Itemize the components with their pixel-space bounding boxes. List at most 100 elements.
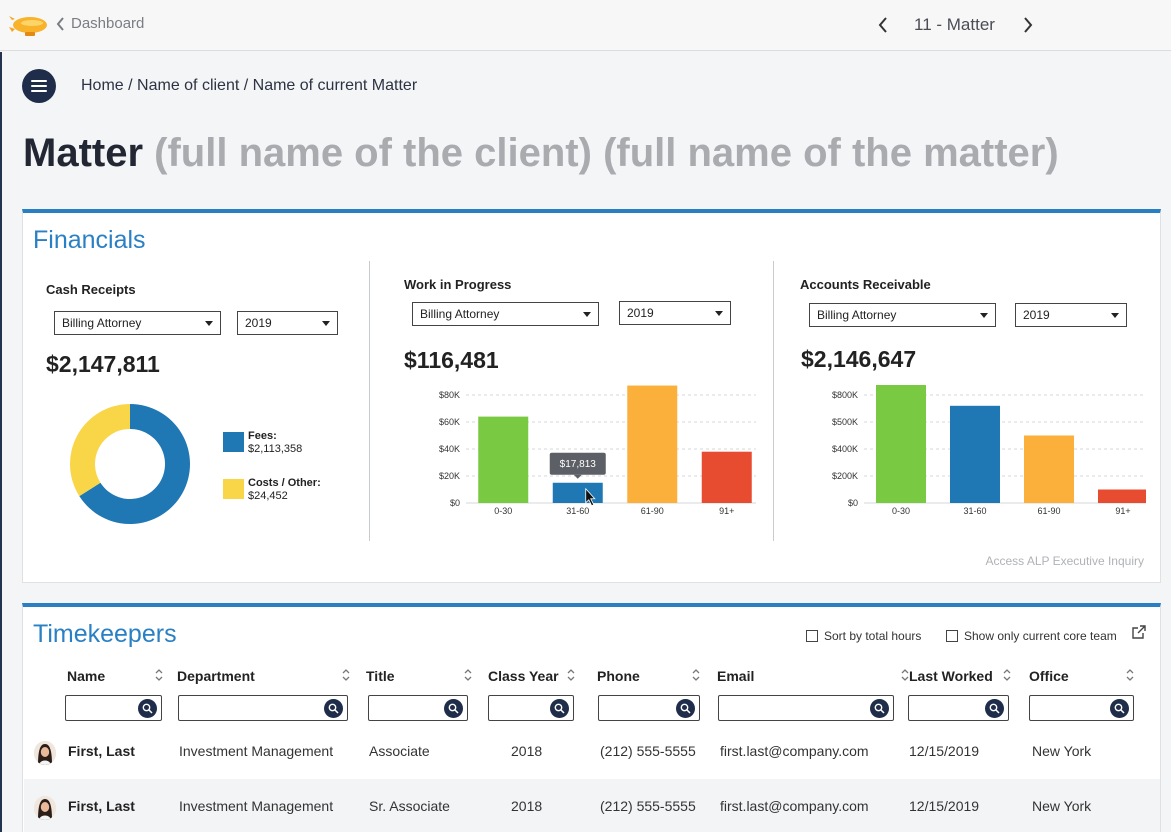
avatar — [34, 796, 56, 820]
filter-input[interactable] — [719, 696, 893, 720]
search-icon[interactable] — [985, 699, 1004, 718]
cell-email[interactable]: first.last@company.com — [720, 798, 869, 814]
page-title-subtitle: (full name of the client) (full name of … — [154, 131, 1059, 175]
column-header-department[interactable]: Department — [177, 668, 255, 684]
bar-tooltip: $17,813 — [549, 452, 606, 479]
cell-department: Investment Management — [179, 743, 334, 759]
financials-title: Financials — [33, 226, 146, 254]
bar-31-60[interactable] — [552, 482, 603, 503]
cell-title: Associate — [369, 743, 430, 759]
filter-field-department[interactable] — [178, 695, 348, 721]
tooltip-text: $17,813 — [560, 459, 597, 470]
cash-receipts-attorney-select[interactable]: Billing Attorney — [54, 311, 221, 335]
filter-field-title[interactable] — [368, 695, 468, 721]
bar-61-90[interactable] — [627, 385, 678, 503]
wip-bar-chart: $0 $20K $40K $60K $80K 0-30 31-60 $17,813 61-90 9… — [439, 385, 756, 516]
column-header-phone[interactable]: Phone — [597, 668, 640, 684]
blimp-logo[interactable] — [9, 10, 47, 40]
cell-phone[interactable]: (212) 555-5555 — [600, 798, 696, 814]
wip-year-select[interactable]: 2019 — [619, 301, 731, 325]
core-team-checkbox[interactable]: Show only current core team — [946, 629, 1117, 643]
search-icon[interactable] — [138, 699, 157, 718]
cash-receipts-year-select[interactable]: 2019 — [237, 311, 338, 335]
search-icon[interactable] — [444, 699, 463, 718]
table-row[interactable]: First, Last Investment Management Sr. Asso… — [24, 779, 1160, 832]
select-value: 2019 — [1023, 308, 1050, 322]
donut-slice-costs-other[interactable] — [70, 404, 130, 497]
cell-class-year: 2018 — [511, 743, 543, 759]
column-header-title[interactable]: Title — [366, 668, 395, 684]
core-team-label: Show only current core team — [964, 629, 1117, 643]
page-title: Matter (full name of the client) (full n… — [23, 131, 1059, 176]
alp-executive-inquiry-link[interactable]: Access ALP Executive Inquiry — [985, 554, 1144, 568]
column-header-name[interactable]: Name — [67, 668, 105, 684]
x-tick-label: 0-30 — [494, 506, 512, 516]
ar-year-select[interactable]: 2019 — [1015, 303, 1127, 327]
cell-last-worked: 12/15/2019 — [909, 743, 980, 759]
chevron-right-icon — [1024, 17, 1033, 33]
bar-31-60[interactable] — [950, 405, 1000, 503]
column-header-office[interactable]: Office — [1029, 668, 1069, 684]
table-row[interactable]: First, Last Investment Management Associat… — [24, 724, 1160, 779]
bar-0-30[interactable] — [478, 416, 529, 503]
x-tick-label: 91+ — [1115, 506, 1130, 516]
next-button[interactable] — [1017, 13, 1039, 37]
search-icon[interactable] — [324, 699, 343, 718]
sort-icon[interactable] — [691, 668, 701, 682]
search-icon[interactable] — [550, 699, 569, 718]
select-value: Billing Attorney — [420, 307, 500, 321]
ar-amount: $2,146,647 — [801, 346, 917, 372]
bar-61-90[interactable] — [1024, 435, 1074, 504]
filter-field-email[interactable] — [718, 695, 894, 721]
filter-field-name[interactable] — [65, 695, 162, 721]
cell-name[interactable]: First, Last — [68, 743, 135, 759]
column-header-class-year[interactable]: Class Year — [488, 668, 559, 684]
external-link-icon[interactable] — [1131, 624, 1147, 640]
cell-name[interactable]: First, Last — [68, 798, 135, 814]
bar-91+[interactable] — [1098, 489, 1146, 504]
caret-down-icon — [583, 311, 591, 317]
column-header-last-worked[interactable]: Last Worked — [909, 668, 993, 684]
filter-field-phone[interactable] — [598, 695, 700, 721]
checkbox-box[interactable] — [806, 630, 818, 642]
search-icon[interactable] — [1110, 699, 1129, 718]
y-tick-label: $400K — [832, 444, 858, 454]
sort-icon[interactable] — [1125, 668, 1135, 682]
caret-down-icon — [980, 312, 988, 318]
breadcrumb-client[interactable]: Name of client — [137, 77, 239, 94]
legend-swatch-fees — [223, 432, 244, 452]
ar-attorney-select[interactable]: Billing Attorney — [809, 303, 996, 327]
breadcrumb-home[interactable]: Home — [81, 77, 124, 94]
cell-department: Investment Management — [179, 798, 334, 814]
sort-icon[interactable] — [1002, 668, 1012, 682]
bar-91+[interactable] — [701, 451, 752, 503]
sort-icon[interactable] — [341, 668, 351, 682]
x-tick-label: 61-90 — [1037, 506, 1060, 516]
back-to-dashboard-link[interactable]: Dashboard — [56, 15, 144, 32]
select-value: 2019 — [245, 316, 272, 330]
breadcrumb-current: Name of current Matter — [252, 77, 418, 94]
previous-button[interactable] — [872, 13, 894, 37]
filter-field-class-year[interactable] — [488, 695, 574, 721]
legend-swatch-costs — [223, 479, 244, 499]
hamburger-menu-button[interactable] — [22, 69, 56, 103]
bar-0-30[interactable] — [876, 385, 926, 503]
wip-attorney-select[interactable]: Billing Attorney — [412, 302, 599, 326]
sort-icon[interactable] — [463, 668, 473, 682]
search-icon[interactable] — [676, 699, 695, 718]
filter-field-office[interactable] — [1029, 695, 1134, 721]
search-icon[interactable] — [870, 699, 889, 718]
y-tick-label: $500K — [832, 417, 858, 427]
y-tick-label: $80K — [439, 390, 460, 400]
filter-field-last-worked[interactable] — [908, 695, 1009, 721]
filter-input[interactable] — [179, 696, 347, 720]
cell-email[interactable]: first.last@company.com — [720, 743, 869, 759]
page-title-main: Matter — [23, 131, 144, 175]
sort-icon[interactable] — [566, 668, 576, 682]
sort-icon[interactable] — [154, 668, 164, 682]
checkbox-box[interactable] — [946, 630, 958, 642]
wip-title: Work in Progress — [404, 277, 512, 292]
column-header-email[interactable]: Email — [717, 668, 754, 684]
cell-phone[interactable]: (212) 555-5555 — [600, 743, 696, 759]
sort-by-hours-checkbox[interactable]: Sort by total hours — [806, 629, 921, 643]
